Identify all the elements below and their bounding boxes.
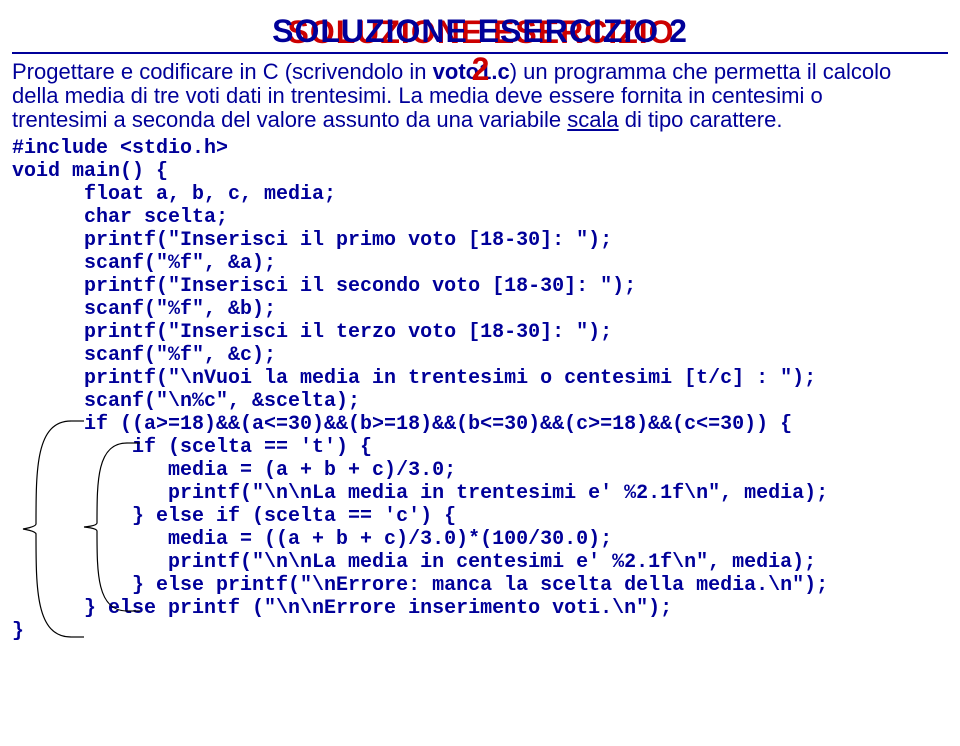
code-line: printf("Inserisci il secondo voto [18-30… — [12, 275, 636, 298]
code-line: printf("\n\nLa media in centesimi e' %2.… — [12, 551, 816, 574]
code-line: void main() { — [12, 160, 168, 183]
intro-text: trentesimi a seconda del valore assunto … — [12, 107, 567, 132]
code-line: scanf("%f", &a); — [12, 252, 276, 275]
code-line: } — [12, 620, 24, 643]
code-line: char scelta; — [12, 206, 228, 229]
code-line: printf("\n\nLa media in trentesimi e' %2… — [12, 482, 828, 505]
code-line: } else printf ("\n\nErrore inserimento v… — [12, 597, 672, 620]
code-line: printf("\nVuoi la media in trentesimi o … — [12, 367, 816, 390]
code-line: #include <stdio.h> — [12, 137, 228, 160]
code-line: if ((a>=18)&&(a<=30)&&(b>=18)&&(b<=30)&&… — [12, 413, 792, 436]
code-block: #include <stdio.h> void main() { float a… — [12, 137, 948, 643]
code-line: scanf("\n%c", &scelta); — [12, 390, 360, 413]
code-line: } else printf("\nErrore: manca la scelta… — [12, 574, 828, 597]
code-line: scanf("%f", &b); — [12, 298, 276, 321]
code-line: printf("Inserisci il primo voto [18-30]:… — [12, 229, 612, 252]
intro-text: di tipo carattere. — [619, 107, 783, 132]
code-line: } else if (scelta == 'c') { — [12, 505, 456, 528]
code-line: scanf("%f", &c); — [12, 344, 276, 367]
title-front: SOLUZIONE ESERCIZIO 2 — [272, 13, 688, 49]
code-line: float a, b, c, media; — [12, 183, 336, 206]
code-line: media = ((a + b + c)/3.0)*(100/30.0); — [12, 528, 612, 551]
code-line: if (scelta == 't') { — [12, 436, 372, 459]
intro-scala: scala — [567, 107, 618, 132]
page-title: SOLUZIONE ESERCIZIO 2 SOLUZIONE ESERCIZI… — [12, 13, 948, 50]
code-line: media = (a + b + c)/3.0; — [12, 459, 456, 482]
code-line: printf("Inserisci il terzo voto [18-30]:… — [12, 321, 612, 344]
